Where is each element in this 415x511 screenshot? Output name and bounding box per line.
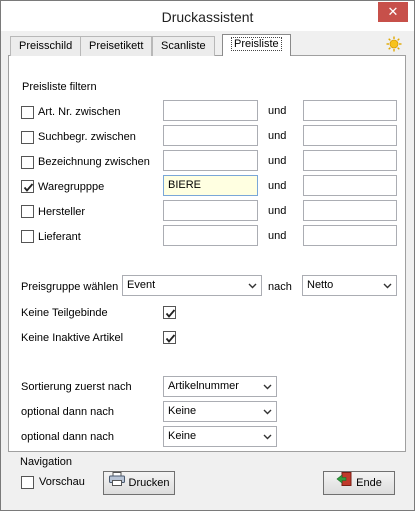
- filter-hersteller-label: Hersteller: [38, 206, 86, 218]
- filter-bezeichnung-from-input[interactable]: [163, 150, 258, 171]
- sort-first-value: Artikelnummer: [168, 380, 239, 392]
- tab-preisliste-label: Preisliste: [231, 37, 282, 51]
- tab-preisschild[interactable]: Preisschild: [10, 36, 82, 56]
- sort-then2-select[interactable]: Keine: [163, 426, 277, 447]
- preview-label: Vorschau: [39, 476, 85, 488]
- filter-bezeichnung-to-input[interactable]: [303, 150, 397, 171]
- filter-suchbegr-to-input[interactable]: [303, 125, 397, 146]
- chevron-down-icon: [263, 409, 272, 415]
- filter-lieferant-label: Lieferant: [38, 231, 81, 243]
- filter-suchbegr-checkbox[interactable]: [21, 131, 34, 144]
- and-label: und: [268, 230, 287, 242]
- filter-art-nr-label: Art. Nr. zwischen: [38, 106, 121, 118]
- filter-bezeichnung-label: Bezeichnung zwischen: [38, 156, 150, 168]
- checkmark-icon: [165, 334, 176, 343]
- price-group-select[interactable]: Event: [122, 275, 262, 296]
- price-basis-select[interactable]: Netto: [302, 275, 397, 296]
- sort-first-label: Sortierung zuerst nach: [21, 381, 132, 393]
- tab-preisliste[interactable]: Preisliste: [222, 34, 291, 57]
- title-bar: Druckassistent ✕: [1, 1, 414, 31]
- filter-suchbegr-label: Suchbegr. zwischen: [38, 131, 136, 143]
- exit-door-icon: [336, 472, 352, 494]
- filter-suchbegr-from-input[interactable]: [163, 125, 258, 146]
- filter-lieferant-from-input[interactable]: [163, 225, 258, 246]
- sort-then2-value: Keine: [168, 430, 197, 442]
- chevron-down-icon: [263, 384, 272, 390]
- printer-icon: [108, 472, 125, 494]
- filter-hersteller-from-input[interactable]: [163, 200, 258, 221]
- sort-then1-select[interactable]: Keine: [163, 401, 277, 422]
- filter-warengruppe-label: Waregrupppe: [38, 181, 105, 193]
- chevron-down-icon: [248, 283, 257, 289]
- filter-warengruppe-to-input[interactable]: [303, 175, 397, 196]
- sort-then1-value: Keine: [168, 405, 197, 417]
- end-button-label: Ende: [356, 477, 382, 489]
- tab-preisetikett[interactable]: Preisetikett: [80, 36, 153, 56]
- filter-art-nr-to-input[interactable]: [303, 100, 397, 121]
- close-button[interactable]: ✕: [378, 2, 408, 22]
- navigation-area: Navigation Vorschau Drucken Ende: [8, 452, 406, 504]
- price-group-value: Event: [127, 279, 156, 291]
- sort-then1-label: optional dann nach: [21, 406, 114, 418]
- sun-icon[interactable]: [386, 36, 402, 52]
- preisliste-panel: Preisliste filtern Art. Nr. zwischen und…: [8, 56, 406, 452]
- and-label: und: [268, 205, 287, 217]
- no-inactive-checkbox[interactable]: [163, 331, 176, 344]
- filter-warengruppe-from-input[interactable]: BIERE: [163, 175, 258, 196]
- filter-hersteller-to-input[interactable]: [303, 200, 397, 221]
- tab-scanliste[interactable]: Scanliste: [152, 36, 215, 56]
- no-partial-label: Keine Teilgebinde: [21, 307, 108, 319]
- window-title: Druckassistent: [161, 9, 254, 25]
- price-basis-value: Netto: [307, 279, 334, 291]
- filter-art-nr-checkbox[interactable]: [21, 106, 34, 119]
- nach-label: nach: [268, 281, 292, 293]
- print-button[interactable]: Drucken: [103, 471, 175, 495]
- sort-first-select[interactable]: Artikelnummer: [163, 376, 277, 397]
- checkmark-icon: [165, 309, 176, 318]
- filter-lieferant-to-input[interactable]: [303, 225, 397, 246]
- and-label: und: [268, 130, 287, 142]
- filter-lieferant-checkbox[interactable]: [21, 230, 34, 243]
- no-partial-checkbox[interactable]: [163, 306, 176, 319]
- and-label: und: [268, 155, 287, 167]
- chevron-down-icon: [263, 434, 272, 440]
- navigation-section-label: Navigation: [20, 456, 72, 468]
- and-label: und: [268, 180, 287, 192]
- filter-section-label: Preisliste filtern: [22, 81, 97, 93]
- and-label: und: [268, 105, 287, 117]
- print-assistant-window: Druckassistent ✕ Preisschild Preisetiket…: [0, 0, 415, 511]
- filter-bezeichnung-checkbox[interactable]: [21, 156, 34, 169]
- print-button-label: Drucken: [128, 477, 170, 489]
- tab-bar: Preisschild Preisetikett Scanliste Preis…: [8, 34, 406, 57]
- no-inactive-label: Keine Inaktive Artikel: [21, 332, 124, 344]
- preview-checkbox[interactable]: [21, 476, 34, 489]
- filter-warengruppe-checkbox[interactable]: [21, 180, 34, 193]
- checkmark-icon: [23, 183, 34, 192]
- sort-then2-label: optional dann nach: [21, 431, 114, 443]
- chevron-down-icon: [383, 283, 392, 289]
- price-group-label: Preisgruppe wählen: [21, 281, 119, 293]
- filter-hersteller-checkbox[interactable]: [21, 205, 34, 218]
- filter-art-nr-from-input[interactable]: [163, 100, 258, 121]
- end-button[interactable]: Ende: [323, 471, 395, 495]
